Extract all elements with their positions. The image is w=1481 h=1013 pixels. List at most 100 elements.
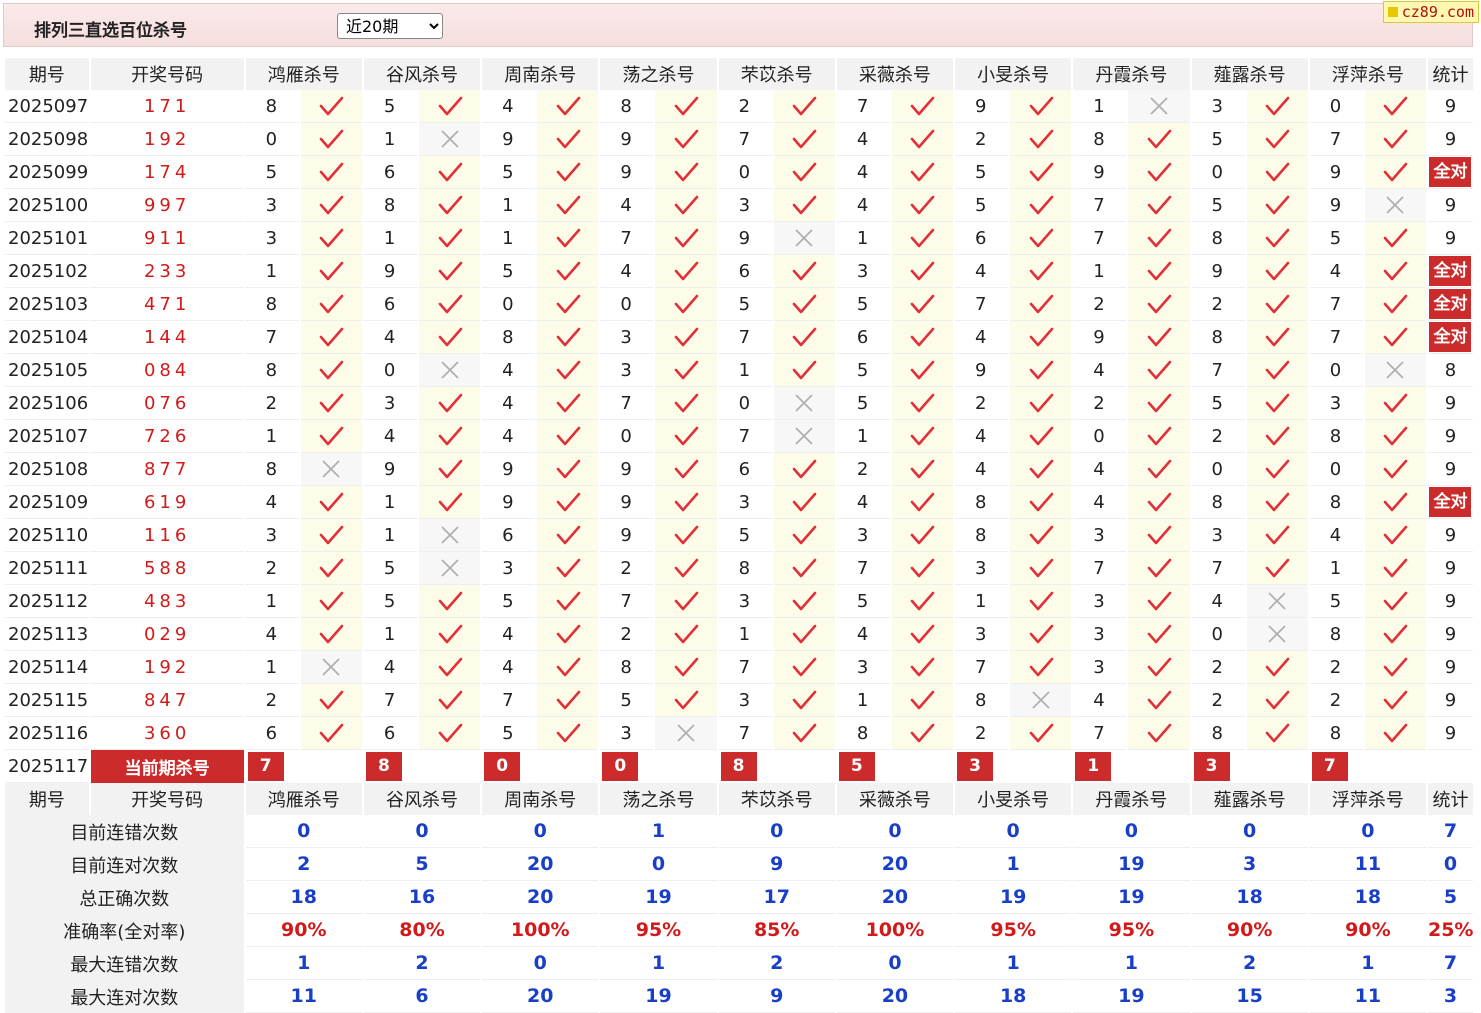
check-icon <box>556 525 581 545</box>
kill-number-cell: 4 <box>363 321 417 354</box>
stat-value: 6 <box>363 980 481 1013</box>
kill-number-cell: 9 <box>600 156 654 189</box>
result-mark-cell <box>537 123 599 156</box>
check-icon <box>1384 558 1408 578</box>
check-icon <box>911 690 935 710</box>
result-mark-cell <box>773 585 835 618</box>
stat-value: 0 <box>836 815 954 848</box>
result-mark-cell <box>655 585 717 618</box>
stat-value: 95% <box>600 914 717 947</box>
current-kill-number: 0 <box>484 752 521 781</box>
kill-number-cell: 4 <box>482 420 536 453</box>
check-icon <box>319 162 344 182</box>
check-icon <box>1265 195 1290 215</box>
stat-value: 95% <box>955 914 1072 947</box>
stat-value: 2 <box>363 947 481 980</box>
issue-cell: 2025102 <box>5 255 89 288</box>
result-mark-cell <box>418 420 481 453</box>
header-issue: 期号 <box>5 58 89 90</box>
result-mark-cell <box>1364 354 1426 387</box>
count-cell: 9 <box>1427 651 1473 684</box>
kill-number-cell: 7 <box>1309 123 1363 156</box>
kill-number-cell: 8 <box>1309 618 1363 651</box>
check-icon <box>1265 360 1290 380</box>
kill-number-cell: 4 <box>482 387 536 420</box>
kill-number-cell: 0 <box>482 288 536 321</box>
check-icon <box>556 228 581 248</box>
check-icon <box>1265 393 1290 413</box>
check-icon <box>1147 558 1172 578</box>
check-icon <box>1029 459 1053 479</box>
kill-number-cell: 3 <box>1191 90 1245 123</box>
check-icon <box>792 657 817 677</box>
check-icon <box>438 723 462 743</box>
result-mark-cell <box>1246 354 1308 387</box>
kill-number-cell: 4 <box>836 618 890 651</box>
result-mark-cell <box>300 684 362 717</box>
logo-icon <box>1387 7 1398 17</box>
check-icon <box>792 195 817 215</box>
kill-number-cell: 7 <box>718 651 772 684</box>
check-icon <box>1265 426 1290 446</box>
header-issue: 期号 <box>5 783 89 815</box>
kill-number-cell: 5 <box>482 717 536 750</box>
check-icon <box>911 426 935 446</box>
result-mark-cell <box>773 552 835 585</box>
stat-total: 0 <box>1427 848 1473 881</box>
kill-number-cell: 1 <box>1073 255 1127 288</box>
check-icon <box>1384 261 1408 281</box>
kill-number-cell: 9 <box>955 90 1009 123</box>
check-icon <box>911 360 935 380</box>
check-icon <box>438 228 462 248</box>
result-mark-cell <box>418 354 481 387</box>
result-mark-cell <box>655 519 717 552</box>
open-number-cell: 483 <box>90 585 244 618</box>
stat-value: 2 <box>1191 947 1308 980</box>
kill-number-cell: 5 <box>1191 189 1245 222</box>
kill-number-cell: 7 <box>1073 552 1127 585</box>
result-mark-cell <box>1246 486 1308 519</box>
check-icon <box>319 195 344 215</box>
stat-value: 100% <box>836 914 954 947</box>
stat-value: 18 <box>1309 881 1426 914</box>
current-issue-cell: 2025117 <box>5 750 89 783</box>
result-mark-cell <box>1010 222 1072 255</box>
current-kill-cell: 3 <box>955 750 1071 783</box>
result-mark-cell <box>773 321 835 354</box>
check-icon <box>674 294 699 314</box>
result-mark-cell <box>1128 156 1190 189</box>
stat-row: 总正确次数 18 16 20 19 17 20 19 19 18 18 5 <box>5 881 1473 914</box>
check-icon <box>319 690 344 710</box>
result-mark-cell <box>418 288 481 321</box>
check-icon <box>792 591 817 611</box>
check-icon <box>911 624 935 644</box>
kill-number-cell: 1 <box>363 618 417 651</box>
kill-number-cell: 1 <box>955 585 1009 618</box>
result-mark-cell <box>300 420 362 453</box>
result-mark-cell <box>1010 486 1072 519</box>
period-range-select[interactable]: 近20期 <box>337 13 443 39</box>
kill-number-cell: 3 <box>955 618 1009 651</box>
cross-icon <box>1150 97 1168 115</box>
result-mark-cell <box>1246 420 1308 453</box>
header-open: 开奖号码 <box>90 58 244 90</box>
kill-number-cell: 9 <box>600 123 654 156</box>
count-cell: 9 <box>1427 123 1473 156</box>
kill-number-cell: 8 <box>245 288 299 321</box>
check-icon <box>1029 195 1053 215</box>
kill-number-cell: 9 <box>1073 321 1127 354</box>
current-kill-cell: 0 <box>600 750 716 783</box>
check-icon <box>792 96 817 116</box>
kill-number-cell: 5 <box>600 684 654 717</box>
site-logo[interactable]: cz89.com <box>1382 1 1479 23</box>
stat-total: 7 <box>1427 815 1473 848</box>
check-icon <box>792 261 817 281</box>
open-number-cell: 997 <box>90 189 244 222</box>
result-mark-cell <box>1364 156 1426 189</box>
check-icon <box>438 96 462 116</box>
kill-number-cell: 0 <box>363 354 417 387</box>
kill-number-cell: 2 <box>1309 651 1363 684</box>
stat-value: 0 <box>1191 815 1308 848</box>
check-icon <box>674 96 699 116</box>
result-mark-cell <box>655 717 717 750</box>
